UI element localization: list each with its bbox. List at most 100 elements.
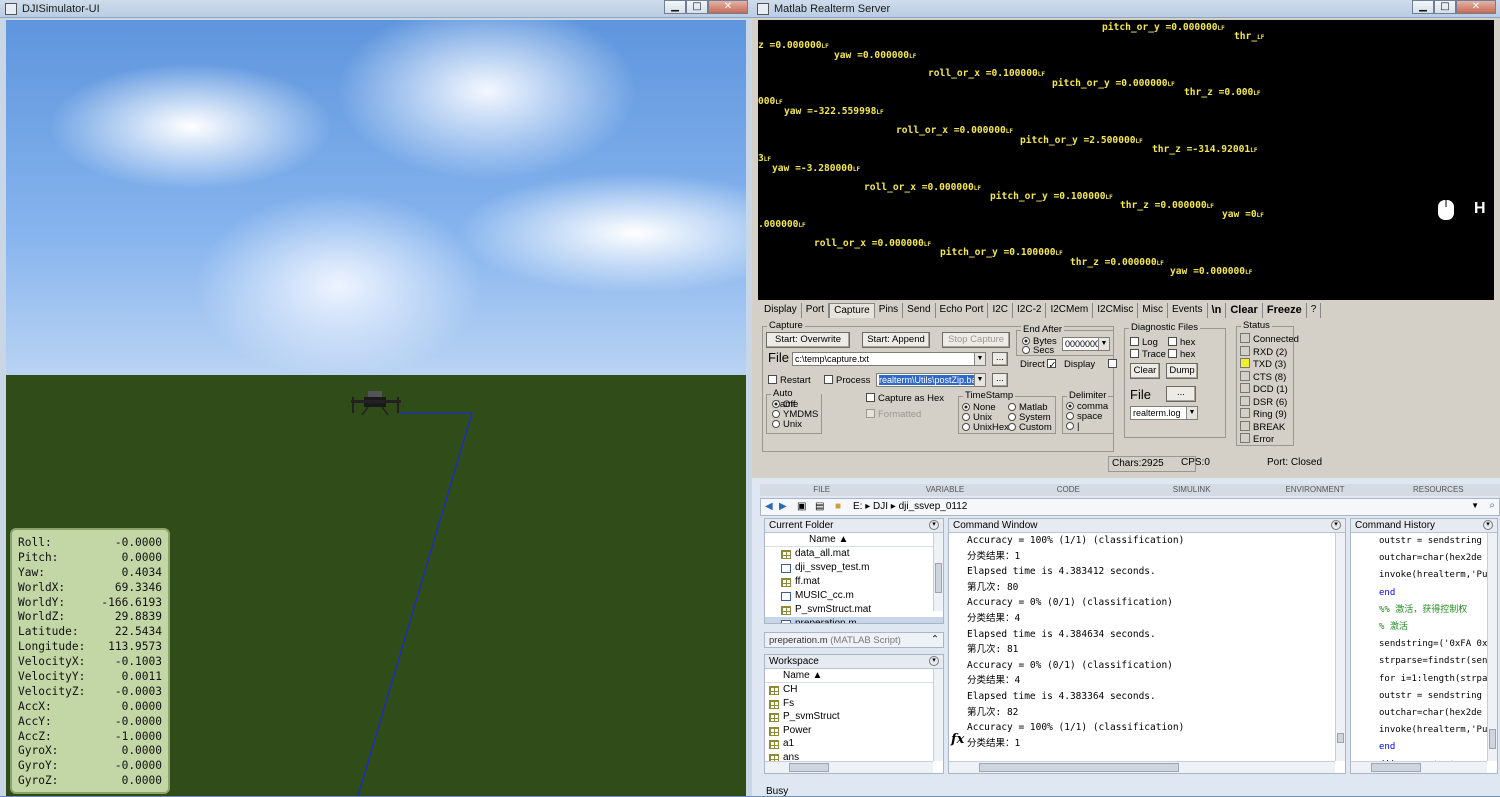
- tab-misc[interactable]: Misc: [1138, 303, 1168, 318]
- history-entry[interactable]: strparse=findstr(sen: [1351, 653, 1497, 670]
- history-scrollbar[interactable]: [1487, 533, 1497, 761]
- file-item[interactable]: MUSIC_cc.m: [765, 589, 943, 603]
- start-overwrite-button[interactable]: Start: Overwrite: [766, 332, 850, 348]
- capture-hex-checkbox[interactable]: Capture as Hex: [866, 393, 944, 404]
- diag-dump-button[interactable]: Dump: [1166, 363, 1198, 379]
- name-column-header[interactable]: Name ▲: [765, 533, 943, 547]
- history-entry[interactable]: outchar=char(hex2de: [1351, 550, 1497, 567]
- chevron-down-icon[interactable]: ▼: [974, 353, 985, 365]
- back-icon[interactable]: ◀: [765, 501, 773, 512]
- ribbon-tab-code[interactable]: CODE: [1007, 484, 1130, 496]
- address-bar[interactable]: ◀ ▶ ▣ ▤ ■ E: ▸ DJI ▸ dji_ssvep_0112 ▼ ⌕: [760, 498, 1500, 516]
- sky-viewport[interactable]: [6, 20, 746, 375]
- log-hex-checkbox[interactable]: hex: [1168, 337, 1195, 348]
- chevron-down-icon[interactable]: ▼: [1098, 338, 1109, 350]
- diag-browse-button[interactable]: ...: [1166, 386, 1196, 402]
- history-entry[interactable]: sendstring=('0xFA 0x: [1351, 636, 1497, 653]
- terminal-output[interactable]: H pitch_or_y =0.000000LF thr_LF z =0.00000…: [758, 20, 1494, 300]
- file-item[interactable]: data_all.mat: [765, 547, 943, 561]
- tab-i2c[interactable]: I2C: [988, 303, 1014, 318]
- workspace-hscroll[interactable]: [765, 761, 933, 773]
- tab-freeze[interactable]: Freeze: [1263, 303, 1307, 318]
- maximize-button[interactable]: □: [686, 0, 708, 14]
- tab-clear[interactable]: Clear: [1226, 303, 1263, 318]
- stop-capture-button[interactable]: Stop Capture: [942, 332, 1010, 348]
- panel-menu-icon[interactable]: ▾: [1331, 520, 1341, 530]
- history-entry[interactable]: for i=1:length(strpa: [1351, 671, 1497, 688]
- workspace-variable[interactable]: a1: [765, 737, 943, 751]
- start-append-button[interactable]: Start: Append: [862, 332, 930, 348]
- trace-checkbox[interactable]: Trace: [1130, 349, 1166, 360]
- tab-display[interactable]: Display: [760, 303, 802, 318]
- history-entry[interactable]: outstr = sendstring: [1351, 688, 1497, 705]
- history-entry[interactable]: % 激活: [1351, 619, 1497, 636]
- ribbon-tab-file[interactable]: FILE: [760, 484, 883, 496]
- workspace-variable[interactable]: Fs: [765, 697, 943, 711]
- log-checkbox[interactable]: Log: [1130, 337, 1158, 348]
- file-item[interactable]: dji_ssvep_test.m: [765, 561, 943, 575]
- auto-name-radio[interactable]: Unix: [772, 420, 818, 430]
- chevron-down-icon[interactable]: ▼: [1186, 407, 1197, 419]
- delimiter-radio[interactable]: space: [1066, 412, 1108, 422]
- history-entry[interactable]: outstr = sendstring: [1351, 533, 1497, 550]
- timestamp-radio[interactable]: UnixHex: [962, 422, 1009, 433]
- folder-scrollbar[interactable]: [933, 533, 943, 611]
- ribbon-tab-variable[interactable]: VARIABLE: [883, 484, 1006, 496]
- tab-i2cmem[interactable]: I2CMem: [1046, 303, 1094, 318]
- panel-menu-icon[interactable]: ▾: [1483, 520, 1493, 530]
- history-entry[interactable]: end: [1351, 739, 1497, 756]
- workspace-variable[interactable]: Power: [765, 724, 943, 738]
- workspace-name-column[interactable]: Name ▲: [765, 669, 943, 683]
- panel-menu-icon[interactable]: ▾: [929, 656, 939, 666]
- fx-icon[interactable]: fx: [951, 732, 964, 747]
- process-browse-button[interactable]: ...: [992, 373, 1008, 387]
- minimize-button[interactable]: ▁: [664, 0, 686, 14]
- tab-[interactable]: ?: [1307, 303, 1322, 318]
- capture-file-input[interactable]: c:\temp\capture.txt ▼: [792, 352, 986, 366]
- file-item[interactable]: P_svmStruct.mat: [765, 603, 943, 617]
- minimize-button[interactable]: ▁: [1412, 0, 1434, 14]
- forward-icon[interactable]: ▶: [779, 501, 787, 512]
- delimiter-radio[interactable]: |: [1066, 422, 1108, 432]
- breadcrumb-item[interactable]: dji_ssvep_0112: [899, 501, 968, 512]
- file-details-bar[interactable]: preperation.m (MATLAB Script) ⌃: [764, 632, 944, 648]
- tab-port[interactable]: Port: [802, 303, 830, 318]
- tab-i2cmisc[interactable]: I2CMisc: [1093, 303, 1139, 318]
- tab-pins[interactable]: Pins: [875, 303, 904, 318]
- browse-folder-icon[interactable]: ▤: [815, 501, 824, 512]
- direct-checkbox[interactable]: Direct ✓: [1020, 359, 1059, 371]
- close-button[interactable]: ✕: [1456, 0, 1496, 14]
- history-entry[interactable]: end: [1351, 585, 1497, 602]
- search-icon[interactable]: ⌕: [1489, 500, 1495, 511]
- maximize-button[interactable]: □: [1434, 0, 1456, 14]
- history-entry[interactable]: %% 激活，获得控制权: [1351, 602, 1497, 619]
- workspace-variable[interactable]: CH: [765, 683, 943, 697]
- timestamp-radio[interactable]: Custom: [1008, 422, 1052, 433]
- tab-capture[interactable]: Capture: [829, 303, 875, 318]
- tab-send[interactable]: Send: [903, 303, 936, 318]
- chevron-down-icon[interactable]: ▼: [1471, 501, 1479, 510]
- tab-i2c-2[interactable]: I2C-2: [1013, 303, 1047, 318]
- end-after-value[interactable]: 0000000 ▼: [1062, 337, 1110, 351]
- chevron-down-icon[interactable]: ▼: [974, 374, 985, 386]
- command-hscroll[interactable]: [949, 761, 1335, 773]
- tab-n[interactable]: \n: [1208, 303, 1227, 318]
- trace-hex-checkbox[interactable]: hex: [1168, 349, 1195, 360]
- history-hscroll[interactable]: [1351, 761, 1487, 773]
- restart-checkbox[interactable]: Restart: [768, 375, 811, 386]
- tab-echo-port[interactable]: Echo Port: [936, 303, 989, 318]
- tray-gadget[interactable]: H: [1434, 180, 1494, 240]
- tab-events[interactable]: Events: [1168, 303, 1208, 318]
- ribbon-tab-resources[interactable]: RESOURCES: [1377, 484, 1500, 496]
- diag-clear-button[interactable]: Clear: [1130, 363, 1160, 379]
- process-checkbox[interactable]: Process: [824, 375, 870, 386]
- capture-browse-button[interactable]: ...: [992, 352, 1008, 366]
- history-entry[interactable]: invoke(hrealterm,'Pu: [1351, 722, 1497, 739]
- up-folder-icon[interactable]: ▣: [797, 501, 806, 512]
- ribbon-tab-simulink[interactable]: SIMULINK: [1130, 484, 1253, 496]
- history-entry[interactable]: invoke(hrealterm,'Pu: [1351, 567, 1497, 584]
- chevron-up-icon[interactable]: ⌃: [931, 634, 939, 645]
- display-checkbox[interactable]: Display: [1064, 359, 1120, 370]
- history-entry[interactable]: outchar=char(hex2de: [1351, 705, 1497, 722]
- secs-radio[interactable]: Secs: [1022, 345, 1054, 356]
